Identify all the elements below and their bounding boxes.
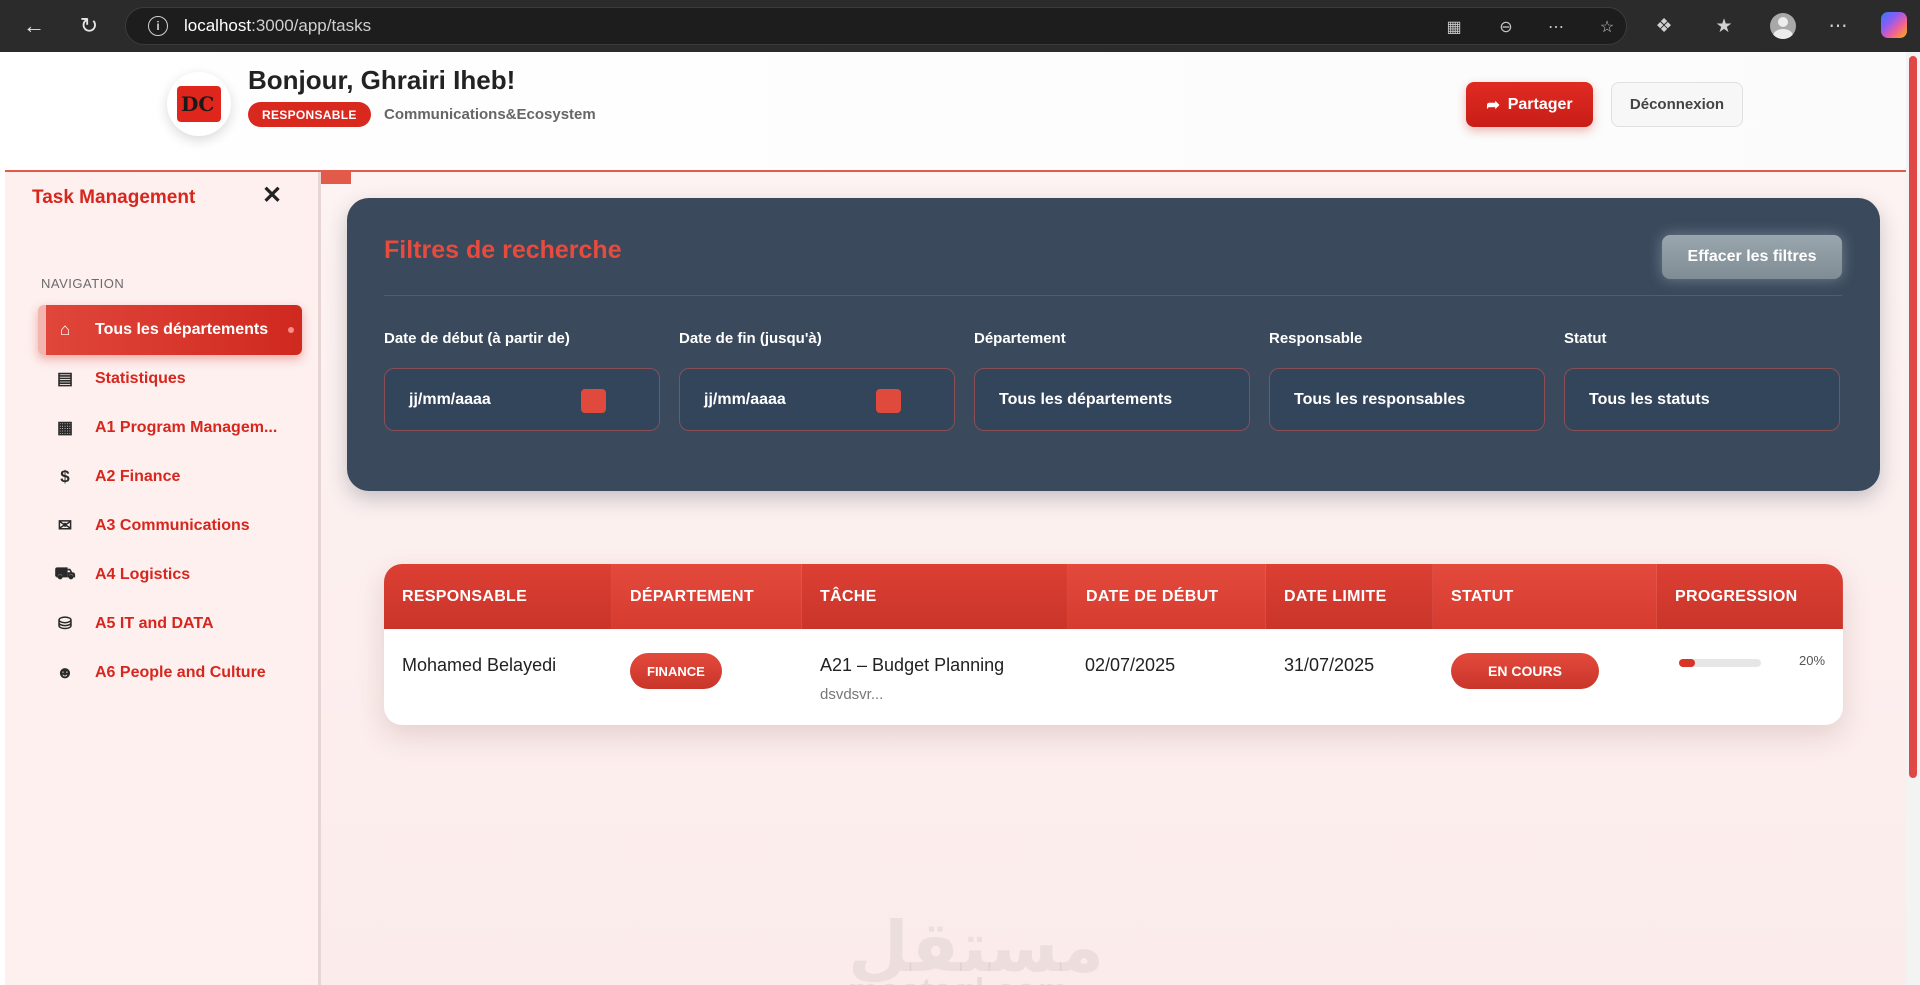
status-select[interactable]: Tous les statuts <box>1564 368 1840 431</box>
column-header[interactable]: TÂCHE <box>802 564 1068 629</box>
share-icon: ➦ <box>1486 96 1500 114</box>
progress-percent: 20% <box>1799 653 1826 668</box>
cell-due-date: 31/07/2025 <box>1284 655 1375 675</box>
cell-task-description: dsvdsvr... <box>820 686 884 703</box>
sidebar-item-a1[interactable]: ▦ A1 Program Managem... <box>38 403 302 453</box>
sidebar-item-a5[interactable]: ⛁ A5 IT and DATA <box>38 599 302 649</box>
active-dot <box>288 327 294 333</box>
cell-start-date: 02/07/2025 <box>1085 655 1176 675</box>
status-badge: EN COURS <box>1451 653 1599 689</box>
clear-filters-button[interactable]: Effacer les filtres <box>1662 235 1842 279</box>
sidebar-item-statistics[interactable]: ▤ Statistiques <box>38 354 302 404</box>
progress-fill <box>1679 659 1696 667</box>
divider <box>384 295 1842 296</box>
calendar-icon[interactable] <box>876 389 901 413</box>
copilot-icon[interactable] <box>1881 12 1907 38</box>
truck-icon: ⛟ <box>54 564 76 583</box>
responsable-label: Responsable <box>1269 330 1363 347</box>
comments-icon: ✉ <box>57 516 73 535</box>
org-logo: DC <box>167 72 231 136</box>
user-department: Communications&Ecosystem <box>384 106 596 123</box>
column-header[interactable]: DATE LIMITE <box>1266 564 1433 629</box>
sidebar: Task Management ✕ NAVIGATION ⌂ Tous les … <box>5 172 321 985</box>
site-info-icon[interactable]: i <box>148 16 168 36</box>
table-header: RESPONSABLE DÉPARTEMENT TÂCHE DATE DE DÉ… <box>384 564 1843 629</box>
sidebar-item-a3[interactable]: ✉ A3 Communications <box>38 501 302 551</box>
sidebar-title: Task Management <box>32 187 196 208</box>
greeting-title: Bonjour, Ghrairi Iheb! <box>248 65 516 95</box>
logout-button[interactable]: Déconnexion <box>1611 82 1743 127</box>
favorite-star-icon[interactable]: ☆ <box>1597 17 1617 37</box>
more-options-icon[interactable]: ⋯ <box>1546 17 1566 37</box>
sidebar-item-all-departments[interactable]: ⌂ Tous les départements <box>38 305 302 355</box>
building-icon: ▦ <box>56 418 74 437</box>
column-header[interactable]: RESPONSABLE <box>384 564 612 629</box>
column-header[interactable]: STATUT <box>1433 564 1657 629</box>
extensions-icon[interactable]: ❖ <box>1651 13 1677 39</box>
zoom-out-icon[interactable]: ⊖ <box>1496 17 1516 37</box>
watermark-latin: mostaql.com <box>848 972 1069 985</box>
browser-toolbar: ← ↻ i localhost:3000/app/tasks ▦ ⊖ ⋯ ☆ ❖… <box>0 0 1920 52</box>
end-date-input[interactable]: jj/mm/aaaa <box>679 368 955 431</box>
start-date-input[interactable]: jj/mm/aaaa <box>384 368 660 431</box>
close-icon[interactable]: ✕ <box>257 180 287 210</box>
status-label: Statut <box>1564 330 1607 347</box>
app-header: DC Bonjour, Ghrairi Iheb! RESPONSABLE Co… <box>5 52 1906 172</box>
address-bar[interactable]: i localhost:3000/app/tasks ▦ ⊖ ⋯ ☆ <box>125 7 1627 45</box>
progress-bar <box>1679 659 1761 667</box>
column-header[interactable]: DÉPARTEMENT <box>612 564 802 629</box>
sidebar-item-a4[interactable]: ⛟ A4 Logistics <box>38 550 302 600</box>
cell-responsable: Mohamed Belayedi <box>402 655 557 675</box>
back-icon[interactable]: ← <box>20 12 48 40</box>
sidebar-item-a6[interactable]: ☻ A6 People and Culture <box>38 648 302 698</box>
responsable-select[interactable]: Tous les responsables <box>1269 368 1545 431</box>
bar-chart-icon: ▤ <box>56 369 74 388</box>
page-scrollbar[interactable] <box>1906 52 1920 985</box>
sidebar-section-label: NAVIGATION <box>41 276 125 291</box>
dollar-icon: $ <box>60 467 70 486</box>
url-text: localhost:3000/app/tasks <box>184 16 372 35</box>
profile-avatar[interactable] <box>1770 13 1796 39</box>
role-badge: RESPONSABLE <box>248 102 371 127</box>
split-screen-icon[interactable]: ▦ <box>1444 17 1464 37</box>
favorites-icon[interactable]: ★ <box>1711 13 1737 39</box>
home-icon: ⌂ <box>59 320 71 339</box>
department-select[interactable]: Tous les départements <box>974 368 1250 431</box>
share-button[interactable]: ➦ Partager <box>1466 82 1593 127</box>
settings-menu-icon[interactable]: ⋯ <box>1825 13 1851 39</box>
filters-title: Filtres de recherche <box>384 236 622 264</box>
end-date-label: Date de fin (jusqu'à) <box>679 330 822 347</box>
scrollbar-thumb[interactable] <box>1909 56 1917 778</box>
reload-icon[interactable]: ↻ <box>75 12 103 40</box>
start-date-label: Date de début (à partir de) <box>384 330 570 347</box>
header-accent <box>321 172 351 184</box>
tasks-table: RESPONSABLE DÉPARTEMENT TÂCHE DATE DE DÉ… <box>384 564 1843 725</box>
calendar-icon[interactable] <box>581 389 606 413</box>
column-header[interactable]: PROGRESSION <box>1657 564 1843 629</box>
filters-panel: Filtres de recherche Effacer les filtres… <box>347 198 1880 491</box>
department-label: Département <box>974 330 1066 347</box>
table-row[interactable]: Mohamed Belayedi FINANCE A21 – Budget Pl… <box>384 629 1843 725</box>
app-viewport: DC Bonjour, Ghrairi Iheb! RESPONSABLE Co… <box>5 52 1906 985</box>
column-header[interactable]: DATE DE DÉBUT <box>1068 564 1266 629</box>
users-icon: ☻ <box>56 663 74 682</box>
sidebar-item-a2[interactable]: $ A2 Finance <box>38 452 302 502</box>
department-badge: FINANCE <box>630 653 722 689</box>
database-icon: ⛁ <box>57 614 73 633</box>
